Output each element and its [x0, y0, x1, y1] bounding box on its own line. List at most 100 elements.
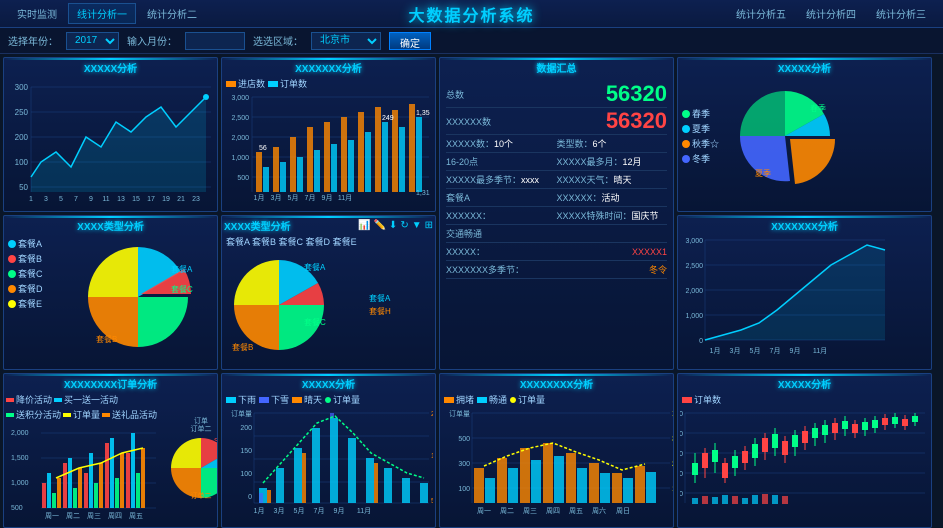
svg-text:周日: 周日 — [616, 507, 630, 515]
panel-channel: XXXXXXXX分析 拥堵 畅通 订单量 订单量 500 300 100 — [439, 373, 674, 528]
region-select[interactable]: 北京市 上海市 — [311, 32, 381, 50]
svg-text:150: 150 — [240, 448, 252, 455]
svg-text:249: 249 — [382, 115, 394, 122]
svg-text:300: 300 — [680, 451, 683, 458]
svg-text:5月: 5月 — [294, 507, 305, 515]
line-chart-3: 3,000 2,500 2,000 1,000 0 1月 3月 5月 7月 9月… — [680, 235, 889, 365]
meal-list-labels: 套餐A 套餐B 套餐C 套餐D 套餐E — [224, 235, 433, 250]
meal-legend: 套餐A 套餐B 套餐C 套餐D 套餐E — [8, 237, 63, 362]
svg-text:250: 250 — [680, 471, 683, 478]
svg-text:套餐C: 套餐C — [304, 317, 326, 327]
season-spring: 春季 — [682, 107, 719, 120]
tab-realtime[interactable]: 实时监测 — [8, 3, 66, 24]
svg-text:500: 500 — [237, 175, 249, 182]
filter-icon[interactable]: ▼ — [412, 220, 422, 231]
svg-text:1,000: 1,000 — [685, 313, 703, 320]
svg-text:套餐A: 套餐A — [171, 264, 193, 274]
candle-chart: 400 350 300 250 200 — [680, 408, 929, 523]
svg-text:15°: 15° — [431, 452, 433, 460]
svg-text:56: 56 — [259, 145, 267, 152]
panel-orders: XXXXXXXX订单分析 降价活动 买一送一活动 送积分活动 订单量 送礼品活动… — [3, 373, 218, 528]
total-label: 总数 — [446, 88, 464, 101]
meal-pie-chart: 套餐A 套餐C 套餐B — [66, 237, 211, 362]
svg-text:5月: 5月 — [750, 347, 761, 355]
promo-gift: 送礼品活动 — [102, 408, 157, 421]
tab-stat4[interactable]: 统计分析四 — [797, 3, 865, 24]
svg-text:1,500: 1,500 — [11, 455, 29, 462]
panel-line-chart: XXXXX分析 300 250 200 100 50 1 3 5 7 — [3, 57, 218, 212]
season-summer: 夏季 — [682, 122, 719, 135]
svg-text:1,35: 1,35 — [416, 110, 430, 117]
month-input[interactable] — [185, 32, 245, 50]
total-value: 56320 — [606, 83, 667, 105]
svg-text:1,000: 1,000 — [231, 155, 249, 162]
svg-text:3月: 3月 — [730, 347, 741, 355]
summary-row-1: XXXXX数：10个 类型数：6个 — [446, 135, 667, 153]
panel-weather: XXXXX分析 下雨 下雪 晴天 订单量 订单量 200 150 100 0 2… — [221, 373, 436, 528]
panel10-title: XXXXXXXX分析 — [442, 376, 671, 391]
tab-line1[interactable]: 线计分析一 — [68, 3, 136, 24]
svg-text:1月: 1月 — [254, 507, 265, 515]
panel11-title: XXXXX分析 — [680, 376, 929, 391]
svg-text:13: 13 — [117, 196, 125, 203]
panel-data-summary: 数据汇总 总数 56320 XXXXXX数 56320 XXXXX数：10个 类… — [439, 57, 674, 370]
year-select[interactable]: 2017 2018 2016 — [66, 32, 119, 50]
svg-text:套餐B: 套餐B — [232, 342, 253, 352]
panel2-title: XXXXXXX分析 — [224, 60, 433, 75]
meal-values: 套餐A 套餐H — [369, 250, 391, 360]
svg-text:7月: 7月 — [770, 347, 781, 355]
svg-text:100: 100 — [458, 486, 470, 493]
summary-total-row: 总数 56320 — [446, 81, 667, 108]
svg-text:3: 3 — [44, 196, 48, 203]
panel9-title: XXXXX分析 — [224, 376, 433, 391]
svg-text:7: 7 — [74, 196, 78, 203]
edit-icon[interactable]: ✏️ — [373, 220, 385, 231]
panel1-title: XXXXX分析 — [6, 60, 215, 75]
svg-text:200: 200 — [680, 491, 683, 498]
panel7-title: XXXXXXX分析 — [680, 218, 929, 233]
confirm-button[interactable]: 确定 — [389, 32, 431, 50]
summary-xxxxx-row: XXXXXX数 56320 — [446, 108, 667, 135]
panel-seasons-pie: XXXXX分析 春季 夏季 秋季☆ 冬季 — [677, 57, 932, 212]
tab-stat2[interactable]: 统计分析二 — [138, 3, 206, 24]
xxxxx-value: 56320 — [606, 110, 667, 132]
svg-text:2,000: 2,000 — [685, 288, 703, 295]
svg-text:订单二: 订单二 — [191, 424, 212, 433]
svg-text:11: 11 — [102, 196, 109, 203]
tab-stat5[interactable]: 统计分析五 — [727, 3, 795, 24]
svg-text:2,000: 2,000 — [231, 135, 249, 142]
chart-icon[interactable]: 📊 — [358, 220, 370, 231]
svg-text:11月: 11月 — [338, 194, 352, 202]
svg-text:0: 0 — [699, 338, 703, 345]
grid-icon[interactable]: ⊞ — [425, 220, 433, 231]
legend-orders: 订单数 — [268, 77, 307, 90]
svg-text:周二: 周二 — [66, 512, 80, 520]
region-label: 选选区域： — [253, 33, 303, 48]
panel5-title: XXXX类型分析 — [6, 218, 215, 233]
svg-text:1月: 1月 — [710, 347, 721, 355]
tab-stat3[interactable]: 统计分析三 — [867, 3, 935, 24]
svg-text:车流量: 车流量 — [672, 409, 674, 418]
svg-text:周一: 周一 — [45, 512, 59, 520]
legend-visits: 进店数 — [226, 77, 265, 90]
svg-text:200: 200 — [672, 461, 674, 468]
svg-text:250: 250 — [15, 108, 29, 117]
page-title: 大数据分析系统 — [408, 2, 534, 26]
svg-text:春季: 春季 — [810, 103, 826, 113]
svg-text:1月: 1月 — [254, 194, 265, 202]
download-icon[interactable]: ⬇ — [389, 220, 397, 231]
meal-type-pie: 套餐A 套餐C 套餐B — [224, 250, 369, 360]
svg-text:1,31: 1,31 — [416, 190, 430, 197]
season-winter: 冬季 — [682, 152, 719, 165]
svg-text:订单量: 订单量 — [449, 409, 470, 418]
svg-text:15: 15 — [132, 196, 140, 203]
panel4-title: XXXXX分析 — [680, 60, 929, 75]
xxxxx-label: XXXXXX数 — [446, 115, 491, 128]
promo-buy: 买一送一活动 — [54, 393, 118, 406]
svg-text:套餐C: 套餐C — [171, 284, 193, 294]
svg-text:9月: 9月 — [322, 194, 333, 202]
svg-text:订单: 订单 — [194, 416, 208, 425]
promo-price: 降价活动 — [6, 393, 52, 406]
refresh-icon[interactable]: ↻ — [400, 220, 408, 231]
svg-text:5月: 5月 — [288, 194, 299, 202]
